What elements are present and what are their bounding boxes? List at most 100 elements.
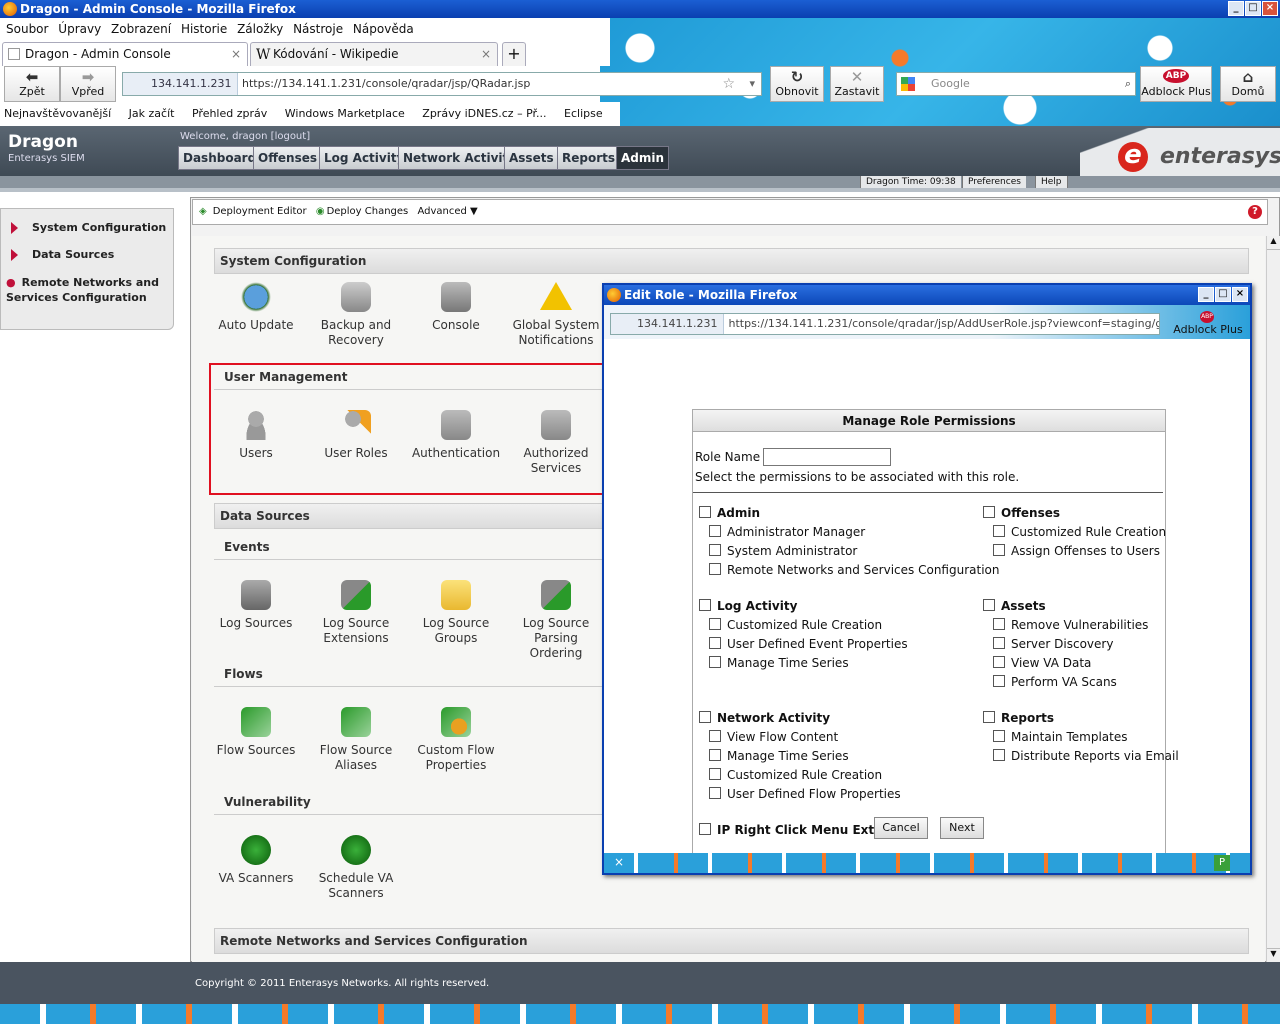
tab-offenses[interactable]: Offenses xyxy=(253,146,323,170)
log-customized-rule-checkbox[interactable]: Customized Rule Creation xyxy=(709,618,882,632)
vertical-scrollbar[interactable]: ▲ ▼ xyxy=(1266,236,1280,962)
user-defined-event-properties-checkbox[interactable]: User Defined Event Properties xyxy=(709,637,908,651)
menu-historie[interactable]: Historie xyxy=(181,22,227,36)
bookmark-news[interactable]: Přehled zpráv xyxy=(192,107,267,120)
forward-button[interactable]: ➡ Vpřed xyxy=(60,66,116,102)
server-discovery-checkbox[interactable]: Server Discovery xyxy=(993,637,1113,651)
remote-networks-checkbox[interactable]: Remote Networks and Services Configurati… xyxy=(709,563,999,577)
welcome-text[interactable]: Welcome, dragon [logout] xyxy=(180,131,310,142)
offenses-checkbox[interactable]: Offenses xyxy=(983,506,1060,520)
bookmark-getting-started[interactable]: Jak začít xyxy=(129,107,175,120)
assign-offenses-checkbox[interactable]: Assign Offenses to Users xyxy=(993,544,1160,558)
tab-reports[interactable]: Reports xyxy=(557,146,621,170)
bookmark-windows-marketplace[interactable]: Windows Marketplace xyxy=(285,107,405,120)
authentication-item[interactable]: Authentication xyxy=(406,410,506,461)
log-sources-item[interactable]: Log Sources xyxy=(206,580,306,631)
site-identity[interactable]: 134.141.1.231 xyxy=(123,73,239,95)
custom-flow-properties-item[interactable]: Custom Flow Properties xyxy=(406,707,506,773)
scroll-up-icon[interactable]: ▲ xyxy=(1267,236,1280,250)
log-manage-time-series-checkbox[interactable]: Manage Time Series xyxy=(709,656,849,670)
tab-dashboard[interactable]: Dashboard xyxy=(178,146,262,170)
close-tab-icon[interactable]: × xyxy=(231,43,241,65)
menu-upravy[interactable]: Úpravy xyxy=(58,22,101,36)
maximize-button[interactable]: □ xyxy=(1245,1,1261,16)
tab-log-activity[interactable]: Log Activity xyxy=(319,146,410,170)
tab-admin[interactable]: Admin xyxy=(616,146,670,170)
authorized-services-item[interactable]: Authorized Services xyxy=(506,410,606,476)
auto-update-item[interactable]: Auto Update xyxy=(206,282,306,333)
scroll-down-icon[interactable]: ▼ xyxy=(1267,948,1280,962)
nav-remote-networks[interactable]: ● Remote Networks and Services Configurat… xyxy=(6,275,161,305)
nav-data-sources[interactable]: Data Sources xyxy=(1,248,114,261)
advanced-menu[interactable]: Advanced ▼ xyxy=(417,206,477,217)
log-source-groups-item[interactable]: Log Source Groups xyxy=(406,580,506,646)
menu-soubor[interactable]: Soubor xyxy=(6,22,48,36)
admin-checkbox[interactable]: Admin xyxy=(699,506,760,520)
view-flow-content-checkbox[interactable]: View Flow Content xyxy=(709,730,838,744)
schedule-va-scanners-item[interactable]: Schedule VA Scanners xyxy=(306,835,406,901)
deployment-editor-button[interactable]: Deployment Editor xyxy=(213,206,307,217)
url-dropdown-icon[interactable]: ▾ xyxy=(749,73,755,95)
flow-sources-item[interactable]: Flow Sources xyxy=(206,707,306,758)
tab-assets[interactable]: Assets xyxy=(504,146,559,170)
menu-zalozky[interactable]: Záložky xyxy=(237,22,283,36)
log-source-extensions-item[interactable]: Log Source Extensions xyxy=(306,580,406,646)
preferences-link[interactable]: Preferences xyxy=(962,176,1026,188)
popup-site-identity[interactable]: 134.141.1.231 xyxy=(611,314,725,334)
console-item[interactable]: Console xyxy=(406,282,506,333)
bookmark-eclipse[interactable]: Eclipse xyxy=(564,107,603,120)
next-button[interactable]: Next xyxy=(940,817,984,839)
bookmark-most-visited[interactable]: Nejnavštěvovanější xyxy=(4,107,111,120)
system-administrator-checkbox[interactable]: System Administrator xyxy=(709,544,857,558)
nav-system-configuration[interactable]: System Configuration xyxy=(1,221,166,234)
administrator-manager-checkbox[interactable]: Administrator Manager xyxy=(709,525,865,539)
back-button[interactable]: ⬅ Zpět xyxy=(4,66,60,102)
adblock-plus-button[interactable]: ABP Adblock Plus xyxy=(1140,66,1212,102)
help-link[interactable]: Help xyxy=(1035,176,1068,188)
user-defined-flow-properties-checkbox[interactable]: User Defined Flow Properties xyxy=(709,787,901,801)
stop-button[interactable]: ✕ Zastavit xyxy=(830,66,884,102)
distribute-reports-checkbox[interactable]: Distribute Reports via Email xyxy=(993,749,1179,763)
search-icon[interactable]: ⌕ xyxy=(1125,73,1131,95)
network-activity-checkbox[interactable]: Network Activity xyxy=(699,711,830,725)
log-activity-checkbox[interactable]: Log Activity xyxy=(699,599,797,613)
view-va-data-checkbox[interactable]: View VA Data xyxy=(993,656,1091,670)
popup-minimize-button[interactable]: _ xyxy=(1198,287,1214,302)
menu-zobrazeni[interactable]: Zobrazení xyxy=(111,22,171,36)
close-window-button[interactable]: × xyxy=(1262,1,1278,16)
reload-button[interactable]: ↻ Obnovit xyxy=(770,66,824,102)
bookmark-star-icon[interactable]: ☆ xyxy=(722,73,735,95)
remove-vulnerabilities-checkbox[interactable]: Remove Vulnerabilities xyxy=(993,618,1148,632)
help-icon[interactable]: ? xyxy=(1248,205,1262,219)
popup-url-bar[interactable]: 134.141.1.231 https://134.141.1.231/conso… xyxy=(610,313,1160,335)
deploy-changes-button[interactable]: Deploy Changes xyxy=(327,206,409,217)
popup-close-button[interactable]: × xyxy=(1232,287,1248,302)
perform-va-scans-checkbox[interactable]: Perform VA Scans xyxy=(993,675,1117,689)
close-statusbar-icon[interactable]: × xyxy=(614,855,624,869)
global-notifications-item[interactable]: Global System Notifications xyxy=(506,282,606,348)
role-name-input[interactable] xyxy=(763,448,891,466)
reports-checkbox[interactable]: Reports xyxy=(983,711,1054,725)
menu-nastroje[interactable]: Nástroje xyxy=(293,22,343,36)
tab-wikipedie[interactable]: W Kódování - Wikipedie × xyxy=(250,42,498,66)
menu-napoveda[interactable]: Nápověda xyxy=(353,22,414,36)
popup-maximize-button[interactable]: □ xyxy=(1215,287,1231,302)
tab-admin-console[interactable]: Dragon - Admin Console × xyxy=(2,42,248,66)
flow-source-aliases-item[interactable]: Flow Source Aliases xyxy=(306,707,406,773)
tab-network-activity[interactable]: Network Activity xyxy=(398,146,522,170)
user-roles-item[interactable]: User Roles xyxy=(306,410,406,461)
assets-checkbox[interactable]: Assets xyxy=(983,599,1046,613)
network-manage-time-series-checkbox[interactable]: Manage Time Series xyxy=(709,749,849,763)
home-button[interactable]: ⌂ Domů xyxy=(1220,66,1276,102)
url-bar[interactable]: 134.141.1.231 https://134.141.1.231/cons… xyxy=(122,72,762,96)
popup-adblock-button[interactable]: ABP Adblock Plus xyxy=(1170,309,1246,337)
network-customized-rule-checkbox[interactable]: Customized Rule Creation xyxy=(709,768,882,782)
close-tab-icon[interactable]: × xyxy=(481,43,491,65)
va-scanners-item[interactable]: VA Scanners xyxy=(206,835,306,886)
cancel-button[interactable]: Cancel xyxy=(874,817,928,839)
log-source-parsing-item[interactable]: Log Source Parsing Ordering xyxy=(506,580,606,661)
maintain-templates-checkbox[interactable]: Maintain Templates xyxy=(993,730,1127,744)
offenses-customized-rule-checkbox[interactable]: Customized Rule Creation xyxy=(993,525,1166,539)
users-item[interactable]: Users xyxy=(206,410,306,461)
new-tab-button[interactable]: + xyxy=(502,42,526,66)
